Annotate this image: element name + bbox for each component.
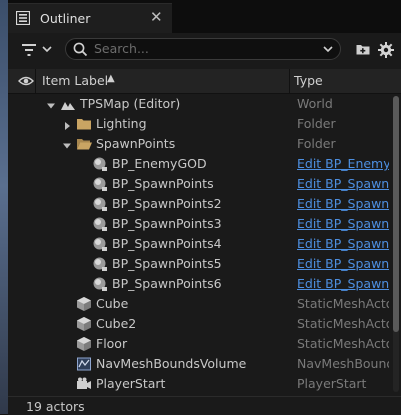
blueprint-actor-icon <box>92 176 108 192</box>
row-label: PlayerStart <box>96 376 166 391</box>
search-placeholder: Search... <box>94 41 149 56</box>
add-folder-icon[interactable] <box>356 42 370 56</box>
filter-icon[interactable] <box>22 41 58 59</box>
outliner-icon <box>16 11 30 25</box>
blueprint-actor-icon <box>92 256 108 272</box>
tab-title: Outliner <box>40 11 91 26</box>
row-type: StaticMeshActor <box>297 336 389 351</box>
edit-blueprint-link[interactable]: Edit BP_SpawnPoints <box>297 256 389 271</box>
row-label: BP_SpawnPoints2 <box>112 196 222 211</box>
row-label: Cube2 <box>96 316 137 331</box>
row-label: BP_SpawnPoints3 <box>112 216 222 231</box>
tree-row[interactable]: NavMeshBoundsVolume NavMeshBoundsVolume <box>8 354 391 374</box>
edit-blueprint-link[interactable]: Edit BP_SpawnPoints <box>297 196 389 211</box>
tree-row[interactable]: BP_SpawnPoints6 Edit BP_SpawnPoints <box>8 274 391 294</box>
row-type: World <box>297 96 333 111</box>
column-divider[interactable] <box>289 69 290 93</box>
row-type: Folder <box>297 116 336 131</box>
row-label: Lighting <box>96 116 147 131</box>
gear-icon[interactable] <box>378 42 394 58</box>
tree-row[interactable]: BP_SpawnPoints4 Edit BP_SpawnPoints <box>8 234 391 254</box>
tab-bar: Outliner ✕ <box>8 0 401 34</box>
actor-count: 19 actors <box>26 399 85 414</box>
row-type: PlayerStart <box>297 376 367 391</box>
folder-icon <box>76 116 92 132</box>
row-label: SpawnPoints <box>96 136 176 151</box>
item-label-header[interactable]: Item Label <box>42 73 108 88</box>
row-label: TPSMap (Editor) <box>80 96 181 111</box>
outliner-panel: Outliner ✕ Search... Item Label ▲ Type T… <box>8 0 401 415</box>
vertical-scrollbar[interactable] <box>393 96 399 392</box>
chevron-down-icon[interactable] <box>322 43 334 55</box>
column-divider[interactable] <box>35 69 36 93</box>
folder-open-icon <box>76 136 92 152</box>
blueprint-actor-icon <box>92 196 108 212</box>
tree-row[interactable]: Cube2 StaticMeshActor <box>8 314 391 334</box>
edit-blueprint-link[interactable]: Edit BP_SpawnPoints <box>297 176 389 191</box>
blueprint-actor-icon <box>92 236 108 252</box>
row-label: BP_SpawnPoints <box>112 176 214 191</box>
row-label: BP_EnemyGOD <box>112 156 207 171</box>
player-start-icon <box>76 376 92 392</box>
viewport-edge <box>0 0 8 414</box>
map-icon <box>60 96 76 112</box>
tree-row[interactable]: Lighting Folder <box>8 114 391 134</box>
expanded-arrow-icon[interactable] <box>62 139 72 149</box>
tree-row[interactable]: BP_SpawnPoints3 Edit BP_SpawnPoints <box>8 214 391 234</box>
row-label: Cube <box>96 296 129 311</box>
edit-blueprint-link[interactable]: Edit BP_EnemyGOD <box>297 156 389 171</box>
tree-row[interactable]: TPSMap (Editor) World <box>8 94 391 114</box>
static-mesh-icon <box>76 316 92 332</box>
scrollbar-thumb[interactable] <box>393 96 399 332</box>
edit-blueprint-link[interactable]: Edit BP_SpawnPoints <box>297 216 389 231</box>
expanded-arrow-icon[interactable] <box>46 99 56 109</box>
blueprint-actor-icon <box>92 276 108 292</box>
toolbar: Search... <box>8 33 401 66</box>
row-label: BP_SpawnPoints6 <box>112 276 222 291</box>
column-header: Item Label ▲ Type <box>8 69 401 94</box>
tree-row[interactable]: BP_SpawnPoints Edit BP_SpawnPoints <box>8 174 391 194</box>
search-input[interactable]: Search... <box>65 38 341 60</box>
row-label: Floor <box>96 336 128 351</box>
static-mesh-icon <box>76 336 92 352</box>
row-type: StaticMeshActor <box>297 296 389 311</box>
collapsed-arrow-icon[interactable] <box>62 119 72 130</box>
tree-row[interactable]: PlayerStart PlayerStart <box>8 374 391 394</box>
tree-row[interactable]: BP_EnemyGOD Edit BP_EnemyGOD <box>8 154 391 174</box>
outliner-tree: TPSMap (Editor) World Lighting Folder SpawnP… <box>8 94 391 394</box>
edit-blueprint-link[interactable]: Edit BP_SpawnPoints <box>297 276 389 291</box>
row-label: BP_SpawnPoints5 <box>112 256 222 271</box>
eye-icon[interactable] <box>18 75 34 87</box>
tree-row[interactable]: BP_SpawnPoints2 Edit BP_SpawnPoints <box>8 194 391 214</box>
row-label: BP_SpawnPoints4 <box>112 236 222 251</box>
static-mesh-icon <box>76 296 92 312</box>
search-icon <box>73 42 88 57</box>
close-icon[interactable]: ✕ <box>150 8 163 26</box>
row-type: NavMeshBoundsVolume <box>297 356 389 371</box>
tab-outliner[interactable]: Outliner ✕ <box>8 3 172 34</box>
tree-row[interactable]: BP_SpawnPoints5 Edit BP_SpawnPoints <box>8 254 391 274</box>
tree-row[interactable]: Cube StaticMeshActor <box>8 294 391 314</box>
tree-row[interactable]: Floor StaticMeshActor <box>8 334 391 354</box>
tree-row[interactable]: SpawnPoints Folder <box>8 134 391 154</box>
sort-ascending-icon[interactable]: ▲ <box>107 73 115 84</box>
edit-blueprint-link[interactable]: Edit BP_SpawnPoints <box>297 236 389 251</box>
status-bar: 19 actors <box>8 396 401 415</box>
blueprint-actor-icon <box>92 156 108 172</box>
type-header[interactable]: Type <box>294 73 323 88</box>
row-type: StaticMeshActor <box>297 316 389 331</box>
blueprint-actor-icon <box>92 216 108 232</box>
nav-volume-icon <box>76 356 92 372</box>
row-type: Folder <box>297 136 336 151</box>
row-label: NavMeshBoundsVolume <box>96 356 247 371</box>
